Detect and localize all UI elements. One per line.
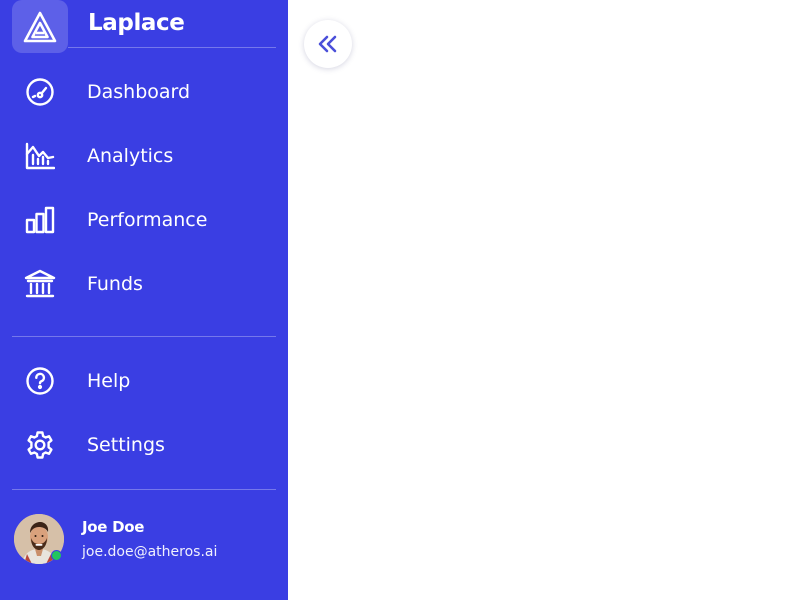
nav-item-performance[interactable]: Performance [12, 196, 276, 244]
brand[interactable]: Laplace [12, 0, 276, 54]
bank-icon [12, 260, 68, 308]
triangle-logo-icon [12, 0, 68, 53]
chevrons-left-icon [316, 32, 340, 56]
gear-icon [12, 421, 68, 469]
nav-item-funds[interactable]: Funds [12, 260, 276, 308]
nav-item-help[interactable]: Help [12, 357, 276, 405]
online-status-indicator [51, 550, 62, 561]
gauge-icon [12, 68, 68, 116]
help-circle-icon [12, 357, 68, 405]
collapse-sidebar-button[interactable] [304, 20, 352, 68]
nav-item-analytics[interactable]: Analytics [12, 132, 276, 180]
user-name: Joe Doe [82, 518, 145, 536]
brand-name: Laplace [88, 10, 185, 36]
nav-item-settings[interactable]: Settings [12, 421, 276, 469]
nav-item-label: Performance [87, 209, 208, 231]
sidebar: Laplace Dashboard Analytics Performance … [0, 0, 288, 600]
app-root: Laplace Dashboard Analytics Performance … [0, 0, 800, 600]
user-profile[interactable]: Joe Doe joe.doe@atheros.ai [14, 514, 276, 566]
nav-item-label: Funds [87, 273, 143, 295]
profile-divider [12, 489, 276, 490]
nav-item-label: Settings [87, 434, 165, 456]
bar-chart-icon [12, 196, 68, 244]
nav-item-dashboard[interactable]: Dashboard [12, 68, 276, 116]
brand-divider [68, 47, 276, 48]
line-chart-icon [12, 132, 68, 180]
nav-divider [12, 336, 276, 337]
nav-item-label: Dashboard [87, 81, 191, 103]
user-email: joe.doe@atheros.ai [82, 544, 218, 560]
nav-item-label: Help [87, 370, 131, 392]
nav-item-label: Analytics [87, 145, 174, 167]
